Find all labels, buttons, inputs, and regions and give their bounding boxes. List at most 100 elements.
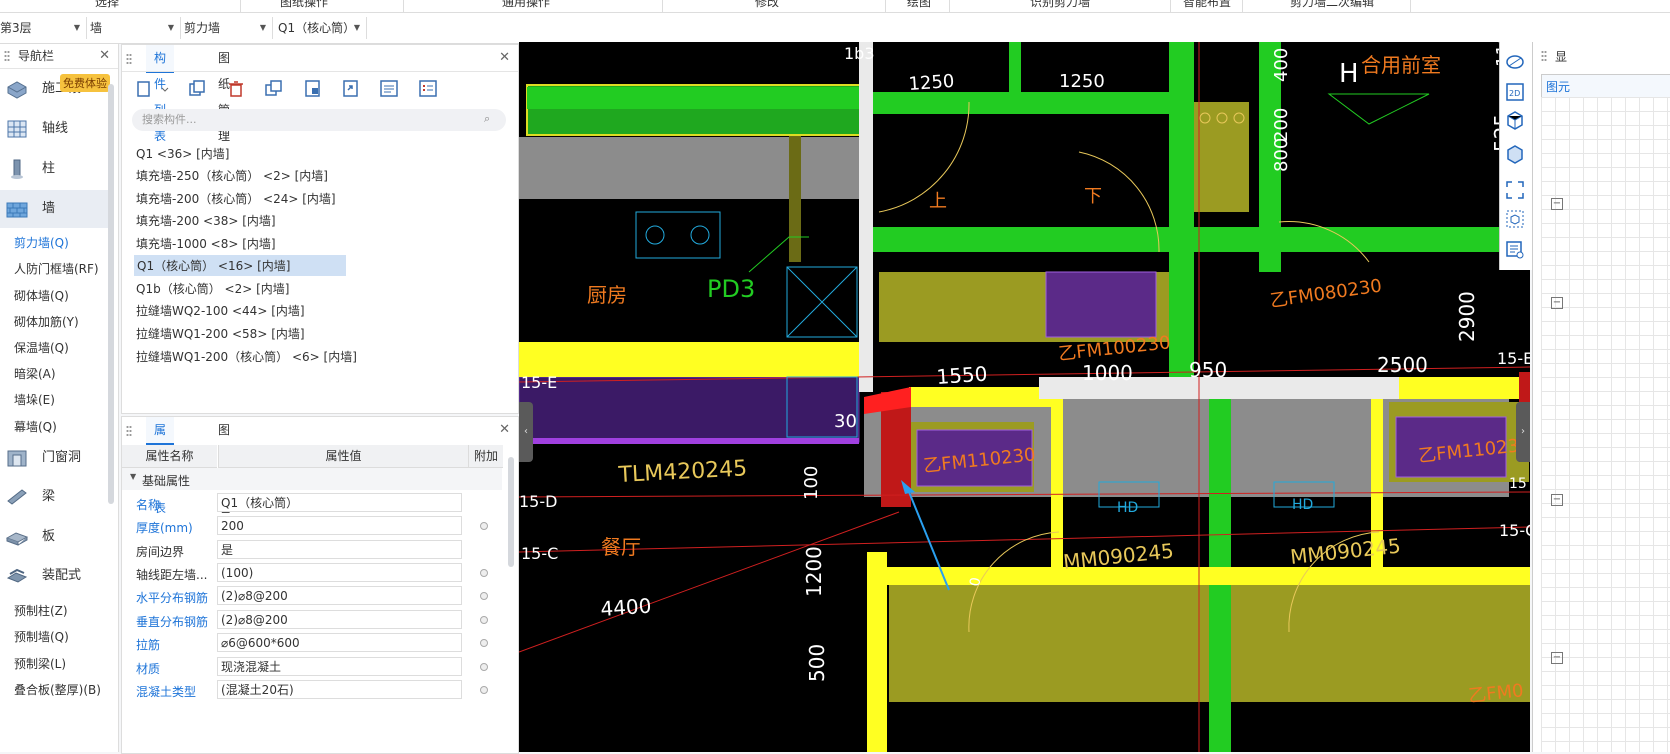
component-list-item-selected[interactable]: Q1（核心筒） <16> [内墙]	[134, 255, 346, 276]
nav-sub-curtain-wall[interactable]: 幕墙(Q)	[14, 418, 57, 435]
drag-handle-icon[interactable]	[1541, 50, 1547, 62]
nav-cat-door-window[interactable]: 门窗洞	[0, 439, 112, 477]
attach-checkbox[interactable]	[480, 663, 488, 671]
attach-checkbox[interactable]	[480, 639, 488, 647]
prop-value[interactable]: (混凝土20石)	[217, 680, 462, 699]
nav-sub-wall-pier[interactable]: 墙垛(E)	[14, 391, 55, 408]
ribbon-select[interactable]: 选择	[95, 0, 119, 10]
component-list-item[interactable]: Q1 <36> [内墙]	[136, 145, 229, 162]
orbit-icon[interactable]	[1505, 52, 1525, 72]
component-list-item[interactable]: 填充墙-200（核心筒） <24> [内墙]	[136, 190, 336, 207]
component-search-input[interactable]: 搜索构件...	[132, 109, 506, 131]
collapse-box-icon[interactable]: −	[1551, 652, 1563, 664]
import-button[interactable]	[300, 77, 326, 101]
collapse-box-icon[interactable]: −	[1551, 198, 1563, 210]
subtype-select[interactable]: 剪力墙 ▼	[184, 17, 273, 39]
nav-sub-hidden-beam[interactable]: 暗梁(A)	[14, 365, 56, 382]
fullscreen-icon[interactable]	[1505, 180, 1525, 200]
subtype-select-value: 剪力墙	[184, 21, 221, 35]
collapse-left-handle[interactable]: ‹	[519, 402, 533, 462]
nav-sub-composite-slab[interactable]: 叠合板(整厚)(B)	[14, 681, 101, 698]
nav-cat-prefab[interactable]: 装配式	[0, 557, 112, 595]
free-trial-badge[interactable]: 免费体验	[60, 74, 110, 92]
ribbon-drawing-ops[interactable]: 图纸操作	[280, 0, 328, 10]
tab-layer-management[interactable]: 图层管理	[210, 417, 238, 515]
delete-button[interactable]	[223, 77, 249, 101]
prop-value[interactable]: 现浇混凝土	[217, 657, 462, 676]
drag-handle-icon[interactable]	[126, 425, 132, 437]
attach-checkbox[interactable]	[480, 616, 488, 624]
nav-sub-shearwall[interactable]: 剪力墙(Q)	[14, 234, 69, 251]
prop-value[interactable]: (2)⌀8@200	[217, 610, 462, 629]
collapse-icon[interactable]: ▼	[130, 472, 136, 481]
copy-to-floor-button[interactable]	[261, 77, 287, 101]
search-icon[interactable]: ⌕	[484, 112, 490, 126]
layer-list-icon[interactable]	[1505, 240, 1525, 260]
component-list-item[interactable]: 拉缝墙WQ2-100 <44> [内墙]	[136, 302, 305, 319]
collapse-right-handle[interactable]: ›	[1516, 402, 1530, 462]
drag-handle-icon[interactable]	[4, 50, 10, 62]
2d-view-icon[interactable]: 2D	[1505, 82, 1525, 102]
component-list-item[interactable]: 拉缝墙WQ1-200（核心筒） <6> [内墙]	[136, 348, 357, 365]
nav-sub-masonry-wall[interactable]: 砌体墙(Q)	[14, 287, 69, 304]
nav-sub-prefab-wall[interactable]: 预制墙(Q)	[14, 628, 69, 645]
prop-value[interactable]: ⌀6@600*600	[217, 633, 462, 652]
ribbon-smart-layout[interactable]: 智能布置	[1183, 0, 1231, 10]
ribbon-shearwall-edit[interactable]: 剪力墙二次编辑	[1290, 0, 1374, 10]
component-list-item[interactable]: 拉缝墙WQ1-200 <58> [内墙]	[136, 325, 305, 342]
component-select[interactable]: Q1（核心筒） ▼	[278, 17, 367, 39]
nav-sub-insulation-wall[interactable]: 保温墙(Q)	[14, 339, 69, 356]
3d-box-icon[interactable]	[1505, 110, 1525, 130]
ribbon-general-ops[interactable]: 通用操作	[502, 0, 550, 10]
drag-handle-icon[interactable]	[126, 53, 132, 65]
tab-drawing-management[interactable]: 图纸管理	[210, 45, 238, 143]
cad-drawing[interactable]: 1250 1250 400 200 800 110 525 2900 1550 …	[519, 42, 1530, 752]
attach-checkbox[interactable]	[480, 522, 488, 530]
new-component-button[interactable]	[132, 77, 176, 101]
prop-value[interactable]: 是	[217, 540, 462, 559]
prop-value[interactable]: 200	[217, 516, 462, 535]
tab-elements[interactable]: 图元	[1541, 74, 1670, 98]
component-list-item[interactable]: 填充墙-200 <38> [内墙]	[136, 212, 276, 229]
tab-property-list[interactable]: 属性列表	[146, 417, 175, 515]
ribbon-identify-shearwall[interactable]: 识别剪力墙	[1030, 0, 1090, 10]
nav-sub-civil-defense-wall[interactable]: 人防门框墙(RF)	[14, 260, 99, 277]
collapse-box-icon[interactable]: −	[1551, 494, 1563, 506]
type-select[interactable]: 墙 ▼	[90, 17, 181, 39]
3d-solid-icon[interactable]	[1505, 144, 1525, 164]
close-icon[interactable]: ✕	[499, 45, 510, 71]
properties-view-button[interactable]	[415, 77, 441, 101]
nav-cat-axis[interactable]: 轴线	[0, 110, 112, 148]
drawing-canvas[interactable]: 1250 1250 400 200 800 110 525 2900 1550 …	[519, 42, 1530, 752]
collapse-box-icon[interactable]: −	[1551, 297, 1563, 309]
tab-component-list[interactable]: 构件列表	[146, 45, 175, 143]
nav-cat-beam[interactable]: 梁	[0, 478, 112, 516]
component-list-item[interactable]: Q1b（核心筒） <2> [内墙]	[136, 280, 289, 297]
close-icon[interactable]: ✕	[499, 417, 510, 443]
attach-checkbox[interactable]	[480, 569, 488, 577]
nav-cat-slab[interactable]: 板	[0, 518, 112, 556]
component-list-item[interactable]: 填充墙-1000 <8> [内墙]	[136, 235, 276, 252]
ribbon-modify[interactable]: 修改	[755, 0, 779, 10]
ribbon-draw[interactable]: 绘图	[907, 0, 931, 10]
prop-value[interactable]: Q1（核心筒）	[217, 493, 462, 512]
copy-button[interactable]	[184, 77, 210, 101]
prop-value[interactable]: (2)⌀8@200	[217, 586, 462, 605]
floor-select[interactable]: 第3层 ▼	[0, 17, 87, 39]
nav-sub-prefab-column[interactable]: 预制柱(Z)	[14, 602, 68, 619]
prop-value[interactable]: (100)	[217, 563, 462, 582]
nav-scrollbar[interactable]	[108, 84, 114, 504]
attach-checkbox[interactable]	[480, 592, 488, 600]
nav-sub-masonry-rebar[interactable]: 砌体加筋(Y)	[14, 313, 79, 330]
nav-cat-column[interactable]: 柱	[0, 150, 112, 188]
export-button[interactable]	[338, 77, 364, 101]
component-list-item[interactable]: 填充墙-250（核心筒） <2> [内墙]	[136, 167, 328, 184]
nav-sub-prefab-beam[interactable]: 预制梁(L)	[14, 655, 66, 672]
list-view-button[interactable]	[376, 77, 402, 101]
property-scrollbar[interactable]	[508, 457, 514, 567]
nav-cat-wall[interactable]: 墙	[0, 190, 112, 228]
close-icon[interactable]: ✕	[99, 44, 110, 68]
attach-checkbox[interactable]	[480, 686, 488, 694]
property-group-row[interactable]: ▼ 基础属性	[122, 468, 502, 490]
component-view-icon[interactable]	[1505, 209, 1525, 229]
